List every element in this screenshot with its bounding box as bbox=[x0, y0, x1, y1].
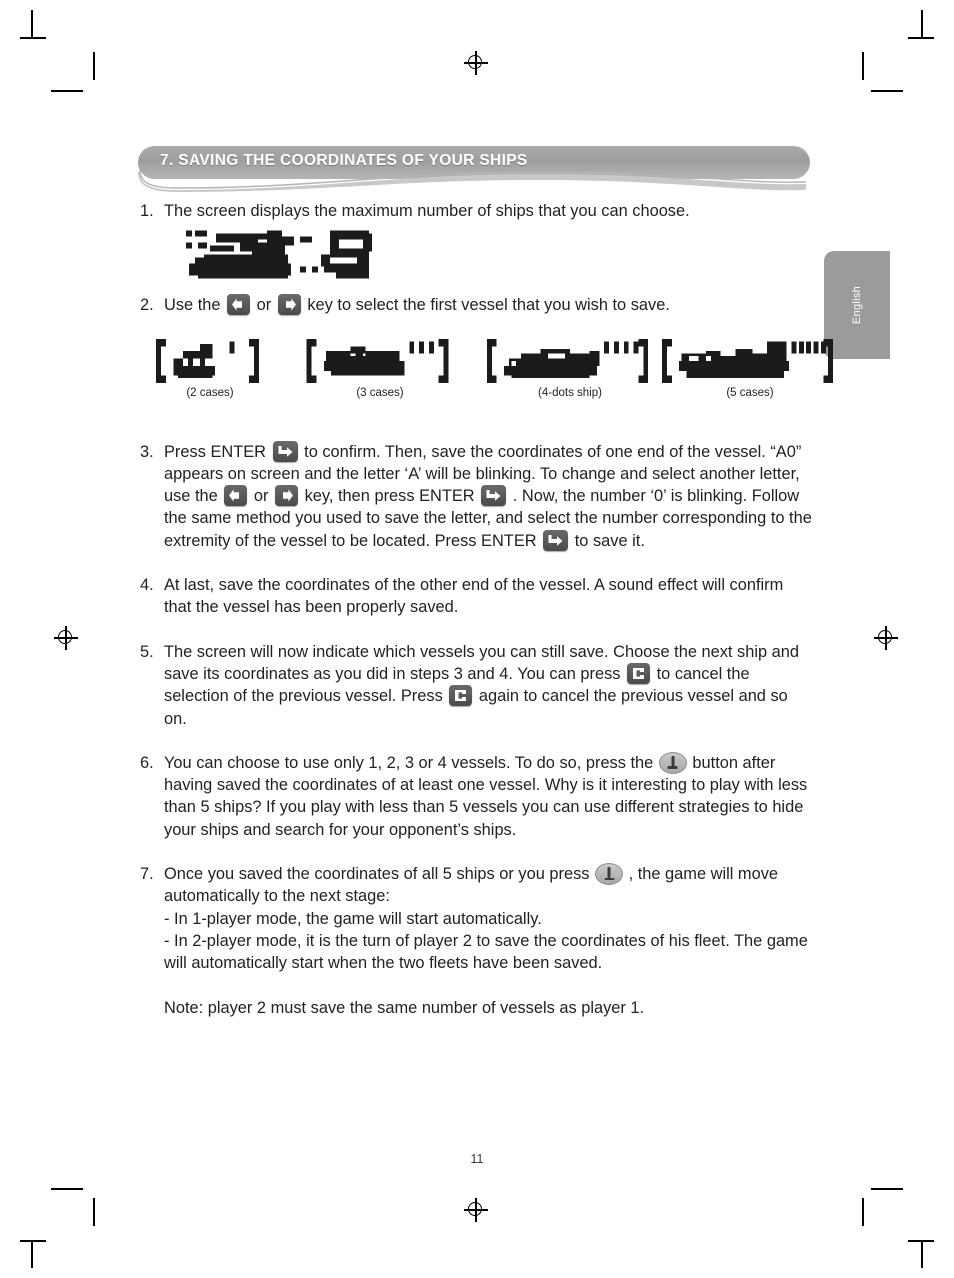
step-7-text-a: Once you saved the coordinates of all 5 … bbox=[164, 865, 590, 884]
step-5: 5. The screen will now indicate which ve… bbox=[140, 641, 812, 730]
step-6-number: 6. bbox=[140, 753, 154, 772]
lcd-pixel-art bbox=[186, 230, 372, 279]
registration-target-bottom bbox=[464, 1198, 488, 1222]
step-7: 7. Once you saved the coordinates of all… bbox=[140, 863, 812, 974]
crop-mark-br2-v bbox=[862, 1198, 864, 1226]
step-3-text-f: to save it. bbox=[574, 531, 645, 550]
crop-mark-tr-h bbox=[908, 37, 934, 39]
cancel-c-key-icon[interactable] bbox=[449, 685, 473, 707]
registration-target-left bbox=[54, 626, 78, 650]
enter-key-icon[interactable] bbox=[543, 529, 569, 551]
step-4-number: 4. bbox=[140, 576, 154, 595]
step-2-text-b: or bbox=[256, 296, 272, 315]
crop-mark-bl-v bbox=[31, 1240, 33, 1268]
step-3-number: 3. bbox=[140, 442, 154, 461]
step-2-text-a: Use the bbox=[164, 296, 221, 315]
ship-3-cases: (3 cases) bbox=[300, 338, 460, 399]
cancel-c-key-icon[interactable] bbox=[627, 662, 651, 684]
step-3-text-c: or bbox=[253, 487, 269, 506]
crop-mark-br-h bbox=[908, 1240, 934, 1242]
step-6-text-a: You can choose to use only 1, 2, 3 or 4 … bbox=[164, 753, 654, 772]
step-6: 6. You can choose to use only 1, 2, 3 or… bbox=[140, 751, 812, 841]
lcd-ship-count-display bbox=[180, 230, 812, 286]
crop-mark-br2-h bbox=[871, 1188, 903, 1190]
ship-5-cases: (5 cases) bbox=[655, 338, 845, 399]
step-4: 4. At last, save the coordinates of the … bbox=[140, 574, 812, 619]
ship-3-cases-art bbox=[300, 338, 460, 385]
step-3-text-d: key, then press ENTER bbox=[304, 487, 475, 506]
arrow-left-key-icon[interactable] bbox=[227, 294, 251, 316]
step-1: 1. The screen displays the maximum numbe… bbox=[140, 200, 812, 222]
step-5-number: 5. bbox=[140, 642, 154, 661]
language-tab-label: English bbox=[851, 285, 863, 325]
section-title: 7. SAVING THE COORDINATES OF YOUR SHIPS bbox=[160, 152, 528, 169]
note-line: Note: player 2 must save the same number… bbox=[140, 997, 812, 1019]
ship-2-cases: (2 cases) bbox=[150, 338, 270, 399]
crop-mark-tl-v bbox=[31, 10, 33, 38]
oval-enter-button-icon[interactable] bbox=[658, 751, 687, 774]
crop-mark-bl2-h bbox=[51, 1188, 83, 1190]
ship-2-cases-caption: (2 cases) bbox=[186, 386, 234, 399]
page-number: 11 bbox=[470, 1152, 484, 1166]
crop-mark-tl2-h bbox=[51, 90, 83, 92]
ship-4-dots-art bbox=[480, 338, 660, 385]
section-banner-swoosh bbox=[138, 170, 810, 192]
crop-mark-bl-h bbox=[20, 1240, 46, 1242]
oval-enter-button-icon[interactable] bbox=[595, 863, 624, 886]
arrow-right-key-icon[interactable] bbox=[277, 294, 301, 316]
enter-key-icon[interactable] bbox=[272, 440, 298, 462]
crop-mark-tl-h bbox=[20, 37, 46, 39]
ship-4-dots-caption: (4-dots ship) bbox=[538, 386, 602, 399]
step-3-text-a: Press ENTER bbox=[164, 442, 267, 461]
ship-2-cases-art bbox=[150, 338, 270, 385]
registration-target-top bbox=[464, 51, 488, 75]
step-7-line-3: - In 2-player mode, it is the turn of pl… bbox=[164, 931, 808, 973]
step-3: 3. Press ENTER to confirm. Then, save th… bbox=[140, 440, 812, 552]
section-banner: 7. SAVING THE COORDINATES OF YOUR SHIPS bbox=[138, 146, 810, 192]
ship-types-row: (2 cases) (3 cases) (4-dots ship) (5 cas… bbox=[140, 338, 834, 411]
crop-mark-tl2-v bbox=[93, 52, 95, 80]
step-7-number: 7. bbox=[140, 865, 154, 884]
step-4-text: At last, save the coordinates of the oth… bbox=[164, 576, 784, 617]
arrow-right-key-icon[interactable] bbox=[275, 485, 299, 507]
crop-mark-tr2-v bbox=[862, 52, 864, 80]
crop-mark-tr-v bbox=[921, 10, 923, 38]
step-2: 2. Use the or key to select the first ve… bbox=[140, 294, 812, 316]
note-text: Note: player 2 must save the same number… bbox=[164, 998, 645, 1017]
ship-4-dots: (4-dots ship) bbox=[480, 338, 660, 399]
crop-mark-bl2-v bbox=[93, 1198, 95, 1226]
ship-5-cases-art bbox=[655, 338, 845, 385]
ship-5-cases-caption: (5 cases) bbox=[726, 386, 774, 399]
step-1-number: 1. bbox=[140, 202, 154, 220]
ship-3-cases-caption: (3 cases) bbox=[356, 386, 404, 399]
registration-target-right bbox=[874, 626, 898, 650]
step-7-line-2: - In 1-player mode, the game will start … bbox=[164, 909, 542, 928]
enter-key-icon[interactable] bbox=[481, 485, 507, 507]
crop-mark-br-v bbox=[921, 1240, 923, 1268]
arrow-left-key-icon[interactable] bbox=[224, 485, 248, 507]
crop-mark-tr2-h bbox=[871, 90, 903, 92]
step-1-text: The screen displays the maximum number o… bbox=[164, 202, 690, 220]
step-2-text-c: key to select the first vessel that you … bbox=[307, 296, 670, 315]
step-2-number: 2. bbox=[140, 296, 154, 315]
manual-body: 1. The screen displays the maximum numbe… bbox=[140, 200, 834, 1019]
